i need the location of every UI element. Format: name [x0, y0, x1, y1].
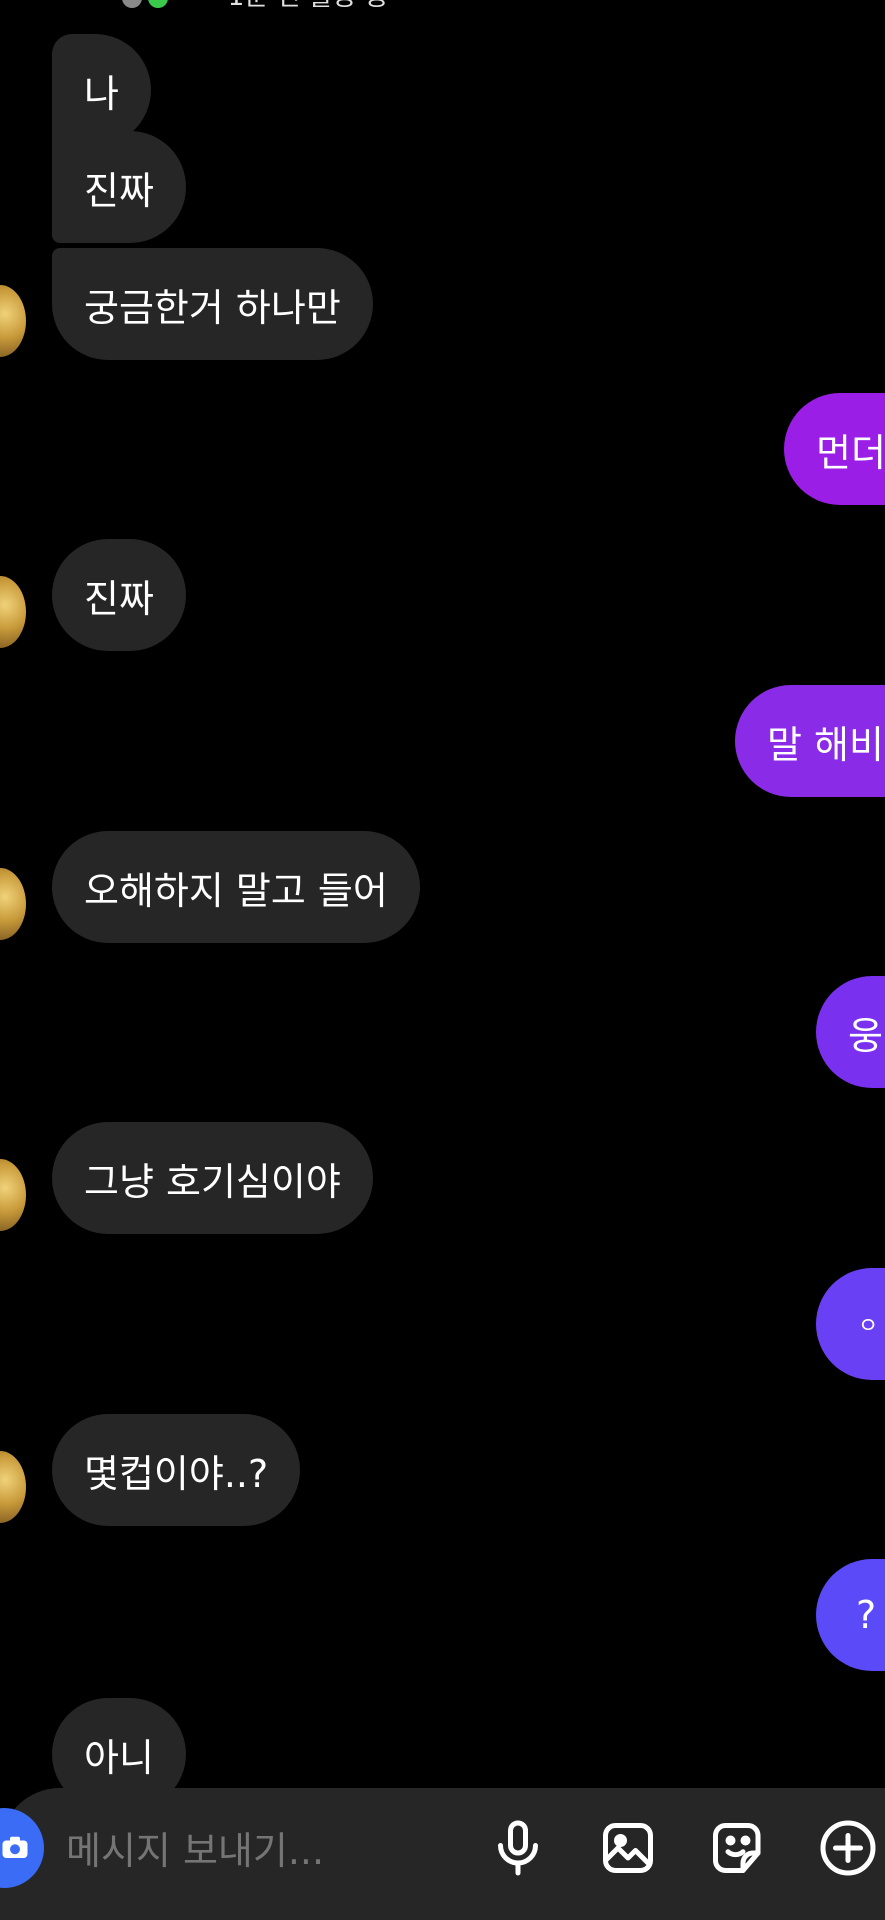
online-indicator-icon: [148, 0, 168, 8]
sticker-icon: [713, 1823, 761, 1873]
message-text: ㅇ: [858, 1314, 879, 1339]
message-text: 먼더: [816, 430, 885, 475]
message-composer: [0, 1788, 885, 1920]
plus-button[interactable]: [816, 1816, 880, 1880]
message-bubble-outgoing[interactable]: ?: [816, 1559, 885, 1671]
camera-icon: [2, 1836, 28, 1858]
message-text: 나: [84, 71, 119, 116]
message-bubble-incoming[interactable]: 궁금한거 하나만: [52, 248, 373, 360]
message-text: 몇컵이야..?: [84, 1451, 269, 1496]
sender-avatar[interactable]: [0, 576, 26, 648]
microphone-button[interactable]: [486, 1816, 550, 1880]
message-text: 진짜: [84, 168, 154, 213]
message-bubble-incoming[interactable]: 진짜: [52, 131, 186, 243]
message-bubble-incoming[interactable]: 몇컵이야..?: [52, 1414, 301, 1526]
microphone-icon: [498, 1820, 538, 1876]
message-text: 궁금한거 하나만: [84, 285, 341, 330]
camera-button[interactable]: [0, 1808, 44, 1888]
header-status: ~1분 전 활동 중: [0, 0, 885, 12]
message-text: 오해하지 말고 들어: [84, 868, 388, 913]
message-text: 진짜: [84, 576, 154, 621]
message-input[interactable]: [64, 1822, 468, 1880]
gallery-button[interactable]: [596, 1816, 660, 1880]
message-bubble-incoming[interactable]: 그냥 호기심이야: [52, 1122, 373, 1234]
message-bubble-outgoing[interactable]: ㅇ: [816, 1268, 885, 1380]
sender-avatar[interactable]: [0, 1159, 26, 1231]
sticker-button[interactable]: [706, 1816, 770, 1880]
message-text: ?: [856, 1593, 877, 1637]
message-bubble-outgoing[interactable]: 웅: [816, 976, 885, 1088]
message-text: 아니: [84, 1735, 154, 1780]
sender-avatar[interactable]: [0, 285, 26, 357]
message-text: 웅: [848, 1013, 883, 1058]
message-bubble-incoming[interactable]: 나: [52, 34, 151, 146]
message-bubble-outgoing[interactable]: 말 해비: [735, 685, 885, 797]
avatar-dot: [122, 0, 142, 8]
message-bubble-incoming[interactable]: 진짜: [52, 539, 186, 651]
active-status-text: ~1분 전 활동 중: [206, 0, 389, 13]
message-text: 말 해비: [767, 722, 884, 767]
message-text: 그냥 호기심이야: [84, 1159, 341, 1204]
sender-avatar[interactable]: [0, 1451, 26, 1523]
sender-avatar[interactable]: [0, 868, 26, 940]
image-icon: [603, 1823, 653, 1873]
plus-circle-icon: [820, 1820, 876, 1876]
message-bubble-outgoing[interactable]: 먼더: [784, 393, 885, 505]
message-bubble-incoming[interactable]: 오해하지 말고 들어: [52, 831, 420, 943]
